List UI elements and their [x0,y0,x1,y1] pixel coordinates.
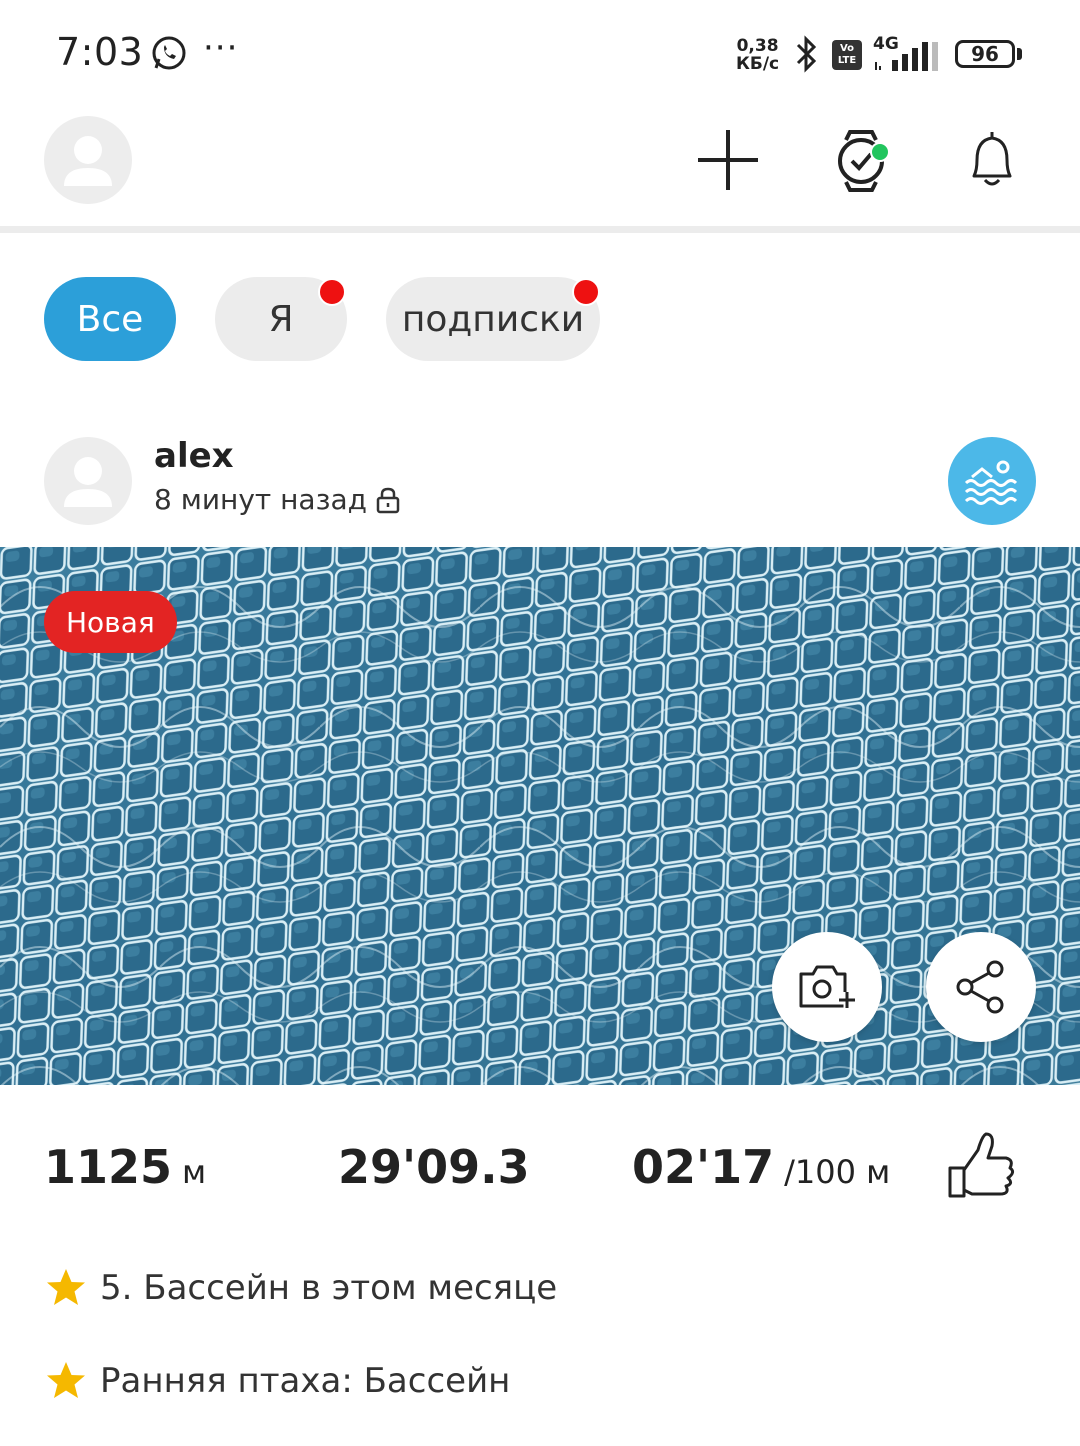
pace-unit: /100 м [784,1153,891,1191]
unread-dot [572,278,600,306]
bell-icon[interactable] [962,128,1022,190]
achievement-item: Ранняя птаха: Бассейн [44,1359,510,1403]
distance-stat: 1125 м [44,1140,206,1194]
post-username[interactable]: alex [154,436,234,476]
distance-unit: м [182,1153,207,1191]
net-speed: 0,38 КБ/с [736,36,780,74]
post-time: 8 минут назад [154,483,367,516]
distance-value: 1125 [44,1140,173,1194]
swimming-icon [964,460,1018,505]
lock-icon [376,487,400,514]
bluetooth-icon [796,35,817,73]
achievement-item: 5. Бассейн в этом месяце [44,1266,557,1310]
battery-icon: 96 [955,40,1015,68]
plus-icon[interactable] [696,128,760,192]
notification-more-icon: ··· [203,28,239,68]
swimming-activity-icon [948,437,1036,525]
add-photo-button[interactable] [772,932,882,1042]
duration-value: 29'09.3 [338,1140,530,1194]
achievement-text: Ранняя птаха: Бассейн [100,1361,511,1401]
signal-icon [875,42,938,71]
avatar-icon [64,457,112,507]
share-icon [956,960,1004,1014]
duration-stat: 29'09.3 [338,1140,530,1194]
watch-icon[interactable] [832,130,892,192]
filter-all-button[interactable]: Все [44,277,176,361]
status-time: 7:03 [56,30,144,74]
star-icon [47,1269,85,1305]
header-divider [0,226,1080,233]
camera-plus-icon [799,965,855,1008]
thumbs-up-icon[interactable] [944,1130,1018,1202]
pace-stat: 02'17/100 м [632,1140,890,1194]
post-author-avatar[interactable] [44,437,132,525]
achievement-text: 5. Бассейн в этом месяце [100,1268,558,1308]
star-icon [47,1362,85,1398]
battery-tip [1017,48,1022,60]
pace-value: 02'17 [632,1140,775,1194]
filter-subscriptions-button[interactable]: подписки [386,277,600,361]
avatar-icon [64,136,112,186]
share-button[interactable] [926,932,1036,1042]
volte-icon: Vo LTE [832,40,862,70]
unread-dot [318,278,346,306]
profile-avatar[interactable] [44,116,132,204]
new-badge: Новая [44,591,177,653]
whatsapp-icon [152,36,186,70]
